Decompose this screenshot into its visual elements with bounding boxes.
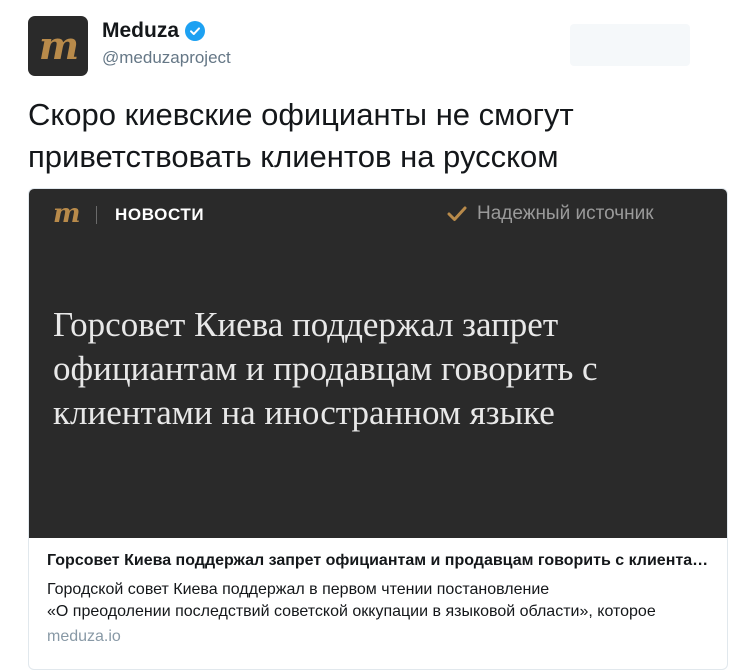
tweet-text: Скоро киевские официанты не смогут приве…	[28, 97, 574, 174]
divider	[96, 206, 97, 224]
follow-button[interactable]	[570, 24, 690, 66]
card-description: Городской совет Киева поддержал в первом…	[47, 579, 707, 623]
card-domain[interactable]: meduza.io	[47, 628, 121, 646]
section-label: НОВОСТИ	[115, 205, 205, 224]
card-description-line: «О преодолении последствий советской окк…	[47, 603, 656, 620]
meduza-logo: m	[38, 23, 79, 68]
checkmark-icon	[447, 205, 467, 228]
card-description-line: Городской совет Киева поддержал в первом…	[47, 581, 550, 598]
source-label: Надежный источник	[477, 203, 654, 224]
verified-badge-icon	[185, 21, 206, 41]
avatar[interactable]: m	[28, 16, 88, 76]
image-headline: Горсовет Киева поддержал запрет официант…	[53, 305, 598, 432]
meduza-logo: m	[53, 199, 80, 229]
account-name[interactable]: Meduza	[102, 19, 179, 43]
card-image[interactable]: m НОВОСТИ Надежный источник Горсовет Кие…	[29, 189, 727, 538]
account-handle[interactable]: @meduzaproject	[102, 48, 231, 68]
link-card[interactable]: m НОВОСТИ Надежный источник Горсовет Кие…	[28, 188, 728, 670]
card-title[interactable]: Горсовет Киева поддержал запрет официант…	[47, 552, 715, 570]
account-name-row[interactable]: Meduza	[102, 19, 206, 43]
